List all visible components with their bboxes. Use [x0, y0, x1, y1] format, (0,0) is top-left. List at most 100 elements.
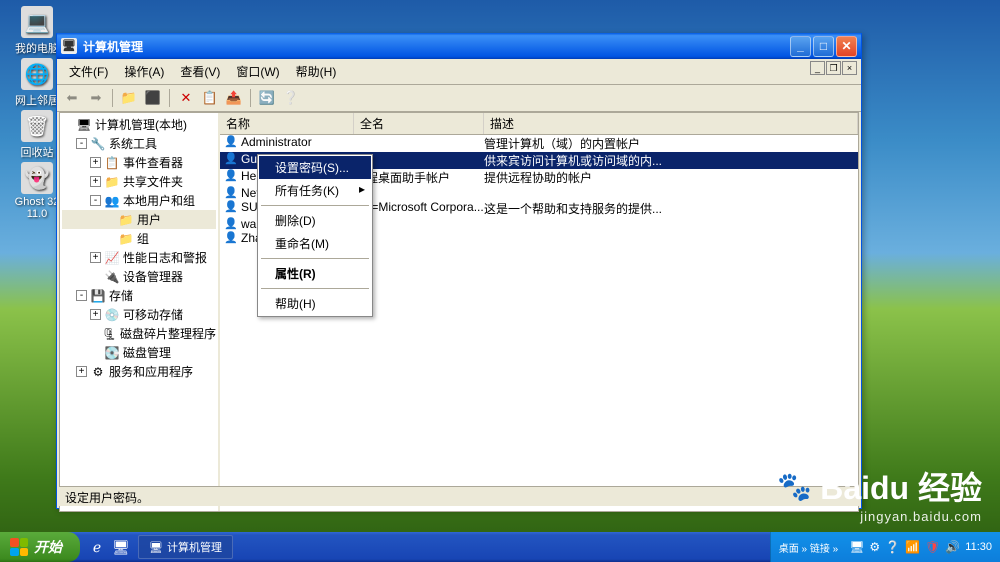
export-button[interactable]: 📤 [223, 87, 245, 109]
list-row[interactable]: 👤Administrator管理计算机（域）的内置帐户 [220, 135, 858, 152]
tray-links[interactable]: 桌面 » 链接 » [779, 540, 838, 555]
ql-ie-icon[interactable]: ℯ [86, 536, 108, 558]
computer-icon: 💻 [21, 6, 53, 38]
start-button[interactable]: 开始 [0, 532, 80, 562]
tray-icon[interactable]: 🖥 [849, 540, 864, 554]
tree-pane[interactable]: 🖥计算机管理(本地)-🔧系统工具+📋事件查看器+📁共享文件夹-👥本地用户和组📁用… [60, 113, 220, 511]
up-button[interactable]: 📁 [118, 87, 140, 109]
menubar: 文件(F) 操作(A) 查看(V) 窗口(W) 帮助(H) [61, 61, 810, 82]
tree-item[interactable]: +⚙服务和应用程序 [62, 362, 216, 381]
tray-icon[interactable]: ⚙ [869, 540, 880, 554]
window-computer-management: 🖥 计算机管理 _ □ ✕ 文件(F) 操作(A) 查看(V) 窗口(W) 帮助… [56, 33, 862, 509]
tree-item[interactable]: 💽磁盘管理 [62, 343, 216, 362]
desktop-icon-network[interactable]: 🌐网上邻居 [12, 58, 62, 108]
tree-item[interactable]: +📈性能日志和警报 [62, 248, 216, 267]
expand-icon[interactable] [62, 119, 73, 130]
desktop-icon-recycle[interactable]: 🗑回收站 [12, 110, 62, 160]
tree-item[interactable]: -👥本地用户和组 [62, 191, 216, 210]
tree-item[interactable]: +📋事件查看器 [62, 153, 216, 172]
tree-item[interactable]: 🔌设备管理器 [62, 267, 216, 286]
maximize-button[interactable]: □ [813, 36, 834, 57]
mdi-restore[interactable]: ❐ [826, 61, 841, 75]
tree-item[interactable]: 📁组 [62, 229, 216, 248]
menu-help[interactable]: 帮助(H) [288, 61, 345, 82]
back-button: ⬅ [61, 87, 83, 109]
mdi-close[interactable]: × [842, 61, 857, 75]
ql-desktop-icon[interactable]: 🖥 [110, 536, 132, 558]
forward-button: ➡ [85, 87, 107, 109]
context-menu-item[interactable]: 帮助(H) [259, 292, 371, 315]
toolbar: ⬅ ➡ 📁 ⬛ ✕ 📋 📤 🔄 ❔ [57, 85, 861, 112]
system-tray: 桌面 » 链接 » 🖥 ⚙ ❔ 📶 🛡 🔊 11:30 [770, 532, 1000, 562]
menu-view[interactable]: 查看(V) [172, 61, 228, 82]
tree-item[interactable]: -💾存储 [62, 286, 216, 305]
close-button[interactable]: ✕ [836, 36, 857, 57]
expand-icon[interactable]: - [76, 290, 87, 301]
statusbar: 设定用户密码。 [59, 486, 859, 506]
expand-icon[interactable] [104, 214, 115, 225]
col-full[interactable]: 全名 [354, 113, 484, 134]
watermark: 🐾Baidu 经验 jingyan.baidu.com [777, 463, 982, 524]
expand-icon[interactable]: + [90, 309, 101, 320]
expand-icon[interactable]: + [90, 176, 101, 187]
tree-item[interactable]: 📁用户 [62, 210, 216, 229]
expand-icon[interactable] [90, 328, 99, 339]
cell-desc [484, 231, 858, 245]
tray-shield-icon[interactable]: 🛡 [925, 540, 940, 554]
delete-button[interactable]: ✕ [175, 87, 197, 109]
expand-icon[interactable] [90, 271, 101, 282]
tree-icon: 📋 [104, 156, 120, 170]
tray-icon[interactable]: ❔ [885, 540, 900, 554]
expand-icon[interactable] [104, 233, 115, 244]
cell-desc [484, 186, 858, 200]
cell-full: CN=Microsoft Corpora... [354, 200, 484, 217]
user-icon: 👤 [223, 200, 239, 217]
desktop-icon-mycomputer[interactable]: 💻我的电脑 [12, 6, 62, 56]
context-menu: 设置密码(S)...所有任务(K) 删除(D)重命名(M) 属性(R) 帮助(H) [257, 154, 373, 317]
context-menu-item[interactable]: 属性(R) [259, 262, 371, 285]
tree-item[interactable]: 🗜磁盘碎片整理程序 [62, 324, 216, 343]
tree-item[interactable]: -🔧系统工具 [62, 134, 216, 153]
cell-full: 远程桌面助手帐户 [354, 169, 484, 186]
titlebar[interactable]: 🖥 计算机管理 _ □ ✕ [57, 33, 861, 59]
expand-icon[interactable]: - [90, 195, 101, 206]
quick-launch: ℯ 🖥 [86, 536, 132, 558]
properties-button[interactable]: 📋 [199, 87, 221, 109]
tree-icon: 📁 [118, 232, 134, 246]
expand-icon[interactable] [90, 347, 101, 358]
menu-action[interactable]: 操作(A) [116, 61, 172, 82]
expand-icon[interactable]: + [76, 366, 87, 377]
taskbar-item[interactable]: 🖥 计算机管理 [138, 535, 233, 559]
windows-logo-icon [10, 538, 28, 556]
cell-full [354, 217, 484, 231]
tree-item[interactable]: +📁共享文件夹 [62, 172, 216, 191]
mdi-minimize[interactable]: _ [810, 61, 825, 75]
context-menu-item[interactable]: 删除(D) [259, 209, 371, 232]
minimize-button[interactable]: _ [790, 36, 811, 57]
tree-label: 磁盘碎片整理程序 [120, 325, 216, 342]
desktop-icon-ghost[interactable]: 👻Ghost 32 11.0 [12, 162, 62, 220]
expand-icon[interactable]: - [76, 138, 87, 149]
menu-window[interactable]: 窗口(W) [228, 61, 287, 82]
refresh-button[interactable]: 🔄 [256, 87, 278, 109]
cell-desc: 提供远程协助的帐户 [484, 169, 858, 186]
expand-icon[interactable]: + [90, 252, 101, 263]
col-name[interactable]: 名称 [220, 113, 354, 134]
menu-file[interactable]: 文件(F) [61, 61, 116, 82]
tree-label: 可移动存储 [123, 306, 183, 323]
tree-item[interactable]: 🖥计算机管理(本地) [62, 115, 216, 134]
context-menu-item[interactable]: 所有任务(K) [259, 179, 371, 202]
col-desc[interactable]: 描述 [484, 113, 858, 134]
tray-volume-icon[interactable]: 🔊 [945, 540, 960, 554]
clock[interactable]: 11:30 [965, 541, 992, 553]
tray-icon[interactable]: 📶 [905, 540, 920, 554]
context-menu-item[interactable]: 重命名(M) [259, 232, 371, 255]
tree-icon: 🔌 [104, 270, 120, 284]
tree-label: 设备管理器 [123, 268, 183, 285]
help-button[interactable]: ❔ [280, 87, 302, 109]
tree-item[interactable]: +💿可移动存储 [62, 305, 216, 324]
show-hide-button[interactable]: ⬛ [142, 87, 164, 109]
expand-icon[interactable]: + [90, 157, 101, 168]
tree-icon: ⚙ [90, 365, 106, 379]
context-menu-item[interactable]: 设置密码(S)... [259, 156, 371, 179]
